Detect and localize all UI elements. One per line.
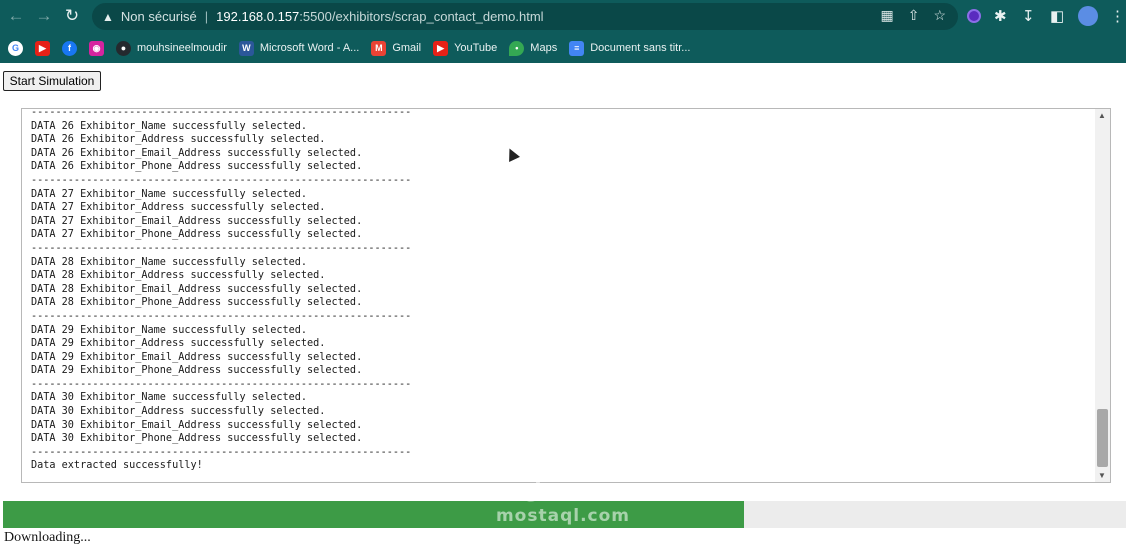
menu-kebab-icon[interactable]: ⋮ (1110, 5, 1125, 27)
facebook-icon: f (62, 40, 77, 56)
watermark-latin: mostaql.com (495, 506, 631, 526)
word-doc-icon: W (238, 40, 254, 56)
divider: | (204, 9, 209, 24)
log-line: DATA 30 Exhibitor_Email_Address successf… (31, 419, 363, 431)
log-line: DATA 27 Exhibitor_Phone_Address successf… (31, 229, 363, 241)
url-host: 192.168.0.157 (216, 9, 300, 24)
google-icon: G (8, 40, 23, 56)
github-icon: ● (116, 40, 131, 56)
log-separator: ----------------------------------------… (31, 378, 412, 390)
log-line: DATA 28 Exhibitor_Phone_Address successf… (31, 297, 363, 309)
log-line: DATA 28 Exhibitor_Email_Address successf… (31, 283, 363, 295)
log-separator: ----------------------------------------… (31, 242, 412, 254)
log-scrollbar[interactable]: ▲ ▼ (1095, 109, 1110, 482)
address-bar[interactable]: ▲ Non sécurisé | 192.168.0.157:5500/exhi… (92, 3, 958, 30)
log-textarea[interactable]: ----------------------------------------… (21, 108, 1111, 483)
log-line: DATA 30 Exhibitor_Name successfully sele… (31, 392, 308, 404)
bookmark-maps[interactable]: • Maps (509, 40, 558, 56)
bookmark-youtube-short[interactable]: ▶ (35, 40, 50, 56)
translate-icon[interactable]: ▦ (880, 7, 893, 24)
log-output: ----------------------------------------… (31, 108, 412, 473)
maps-icon: • (509, 40, 525, 56)
bookmark-label: Microsoft Word - A... (259, 42, 360, 54)
bookmark-facebook[interactable]: f (62, 40, 77, 56)
log-line: DATA 30 Exhibitor_Phone_Address successf… (31, 433, 363, 445)
log-line: DATA 26 Exhibitor_Name successfully sele… (31, 120, 308, 132)
bookmark-label: YouTube (454, 42, 498, 54)
bookmarks-bar: G ▶ f ◉ ● mouhsineelmoudir W Microsoft Wor… (0, 33, 1126, 63)
log-separator: ----------------------------------------… (31, 174, 412, 186)
log-line: DATA 29 Exhibitor_Name successfully sele… (31, 324, 308, 336)
log-line: Data extracted successfully! (31, 460, 203, 472)
bookmark-github[interactable]: ● mouhsineelmoudir (116, 40, 227, 56)
scrollbar-thumb[interactable] (1097, 409, 1108, 467)
status-text: Downloading... (4, 530, 91, 545)
url-path: :5500/exhibitors/scrap_contact_demo.html (299, 9, 544, 24)
extensions-puzzle-icon[interactable]: ✱ (994, 5, 1007, 27)
security-label: Non sécurisé (120, 9, 197, 24)
log-line: DATA 26 Exhibitor_Address successfully s… (31, 134, 326, 146)
forward-icon[interactable]: → (30, 2, 58, 30)
log-line: DATA 28 Exhibitor_Address successfully s… (31, 270, 326, 282)
scroll-down-arrow-icon[interactable]: ▼ (1098, 471, 1106, 480)
profile-avatar[interactable] (1078, 5, 1098, 27)
log-separator: ----------------------------------------… (31, 446, 412, 458)
bookmark-label: Document sans titr... (590, 42, 691, 54)
bookmark-star-icon[interactable]: ☆ (933, 7, 946, 24)
gmail-icon: M (371, 40, 387, 56)
log-line: DATA 27 Exhibitor_Address successfully s… (31, 202, 326, 214)
bookmark-youtube[interactable]: ▶ YouTube (433, 40, 498, 56)
scroll-up-arrow-icon[interactable]: ▲ (1098, 111, 1106, 120)
share-icon[interactable]: ⇧ (908, 7, 920, 24)
extension-purple-icon[interactable] (967, 5, 981, 27)
bookmark-instagram[interactable]: ◉ (89, 40, 104, 56)
log-line: DATA 29 Exhibitor_Phone_Address successf… (31, 365, 363, 377)
bookmark-label: Gmail (392, 42, 422, 54)
youtube-icon: ▶ (433, 40, 449, 56)
side-panel-icon[interactable]: ◧ (1050, 5, 1064, 27)
bookmark-label: mouhsineelmoudir (137, 42, 227, 54)
log-line: DATA 26 Exhibitor_Phone_Address successf… (31, 161, 363, 173)
bookmark-label: Maps (530, 42, 558, 54)
log-line: DATA 26 Exhibitor_Email_Address successf… (31, 147, 363, 159)
log-line: DATA 27 Exhibitor_Name successfully sele… (31, 188, 308, 200)
watermark-arabic: مستقل (522, 479, 604, 504)
bookmark-gmail[interactable]: M Gmail (371, 40, 422, 56)
bookmark-docs[interactable]: ≡ Document sans titr... (569, 40, 691, 56)
instagram-icon: ◉ (89, 40, 104, 56)
log-line: DATA 29 Exhibitor_Email_Address successf… (31, 351, 363, 363)
warning-icon: ▲ (102, 9, 114, 24)
reload-icon[interactable]: ↻ (58, 2, 86, 30)
browser-toolbar: ← → ↻ ▲ Non sécurisé | 192.168.0.157:550… (0, 0, 1126, 33)
docs-icon: ≡ (569, 40, 585, 56)
log-separator: ----------------------------------------… (31, 108, 412, 118)
log-separator: ----------------------------------------… (31, 310, 412, 322)
watermark-logo: مستقل mostaql.com (493, 478, 633, 533)
back-icon[interactable]: ← (2, 2, 30, 30)
youtube-icon: ▶ (35, 40, 50, 56)
log-line: DATA 29 Exhibitor_Address successfully s… (31, 338, 326, 350)
log-line: DATA 27 Exhibitor_Email_Address successf… (31, 215, 363, 227)
log-line: DATA 30 Exhibitor_Address successfully s… (31, 406, 326, 418)
bookmark-word-doc[interactable]: W Microsoft Word - A... (238, 40, 360, 56)
download-icon[interactable]: ↧ (1022, 5, 1035, 27)
bookmark-google[interactable]: G (8, 40, 23, 56)
log-line: DATA 28 Exhibitor_Name successfully sele… (31, 256, 308, 268)
start-simulation-button[interactable]: Start Simulation (3, 71, 101, 91)
